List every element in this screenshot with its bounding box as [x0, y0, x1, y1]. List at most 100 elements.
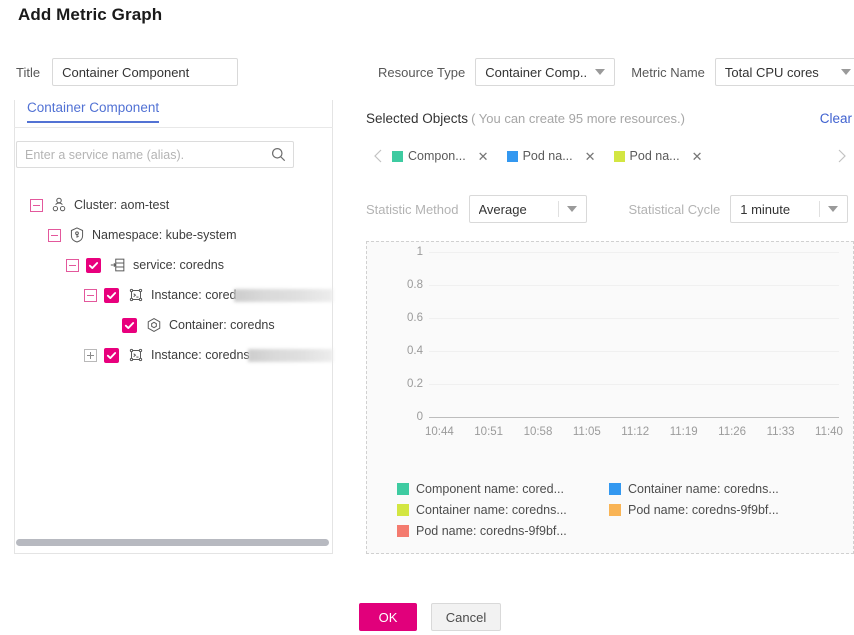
chart-legend: Component name: cored... Container name: …: [397, 478, 821, 541]
redacted-text: [234, 288, 333, 302]
legend-label: Container name: coredns...: [416, 502, 567, 517]
legend-item[interactable]: Component name: cored...: [397, 478, 609, 499]
metric-name-label: Metric Name: [631, 64, 705, 80]
selected-objects-hint: ( You can create 95 more resources.): [471, 111, 685, 126]
tree-expander-minus-icon[interactable]: [30, 198, 43, 212]
selected-object-tag[interactable]: Compon... ✕: [392, 149, 501, 163]
tab-container-component[interactable]: Container Component: [27, 100, 160, 123]
tree-node[interactable]: Instance: coredns: [14, 340, 333, 370]
left-panel-horizontal-scrollbar[interactable]: [16, 539, 329, 546]
statistic-row: Statistic Method Average Statistical Cyc…: [366, 195, 854, 223]
chart-y-tick: 1: [416, 246, 423, 258]
legend-item[interactable]: Container name: coredns...: [397, 499, 609, 520]
tree-node[interactable]: service: coredns: [14, 250, 333, 280]
chevron-left-icon[interactable]: [366, 143, 392, 169]
chevron-right-icon[interactable]: [828, 143, 854, 169]
chart-x-tick: 11:19: [669, 426, 698, 438]
tree-node[interactable]: Instance: cored: [14, 280, 333, 310]
chart-x-tick: 11:26: [718, 426, 747, 438]
page-title: Add Metric Graph: [18, 5, 163, 24]
clear-link[interactable]: Clear: [820, 111, 852, 126]
chart-x-tick: 11:05: [572, 426, 601, 438]
tree-expander-plus-icon[interactable]: [84, 348, 97, 362]
metric-chart: 1 0.8 0.6 0.4 0.2 0 10:44 10:51 10:58 11:05 11:12…: [366, 241, 854, 554]
legend-color-swatch: [397, 524, 409, 537]
ok-button[interactable]: OK: [359, 603, 417, 631]
tag-color-swatch: [392, 150, 403, 162]
legend-color-swatch: [609, 503, 621, 516]
tree-node-checkbox[interactable]: [86, 257, 101, 273]
tree-node-label: Instance: cored: [151, 288, 237, 302]
tree-expander-minus-icon[interactable]: [84, 288, 97, 302]
legend-item[interactable]: Pod name: coredns-9f9bf...: [397, 520, 609, 541]
search-icon[interactable]: [267, 147, 289, 162]
tree-node-label: Instance: coredns: [151, 348, 250, 362]
chart-gridline: [429, 351, 839, 352]
tag-label: Pod na...: [629, 149, 680, 163]
tree-node-label: Namespace: kube-system: [92, 228, 237, 242]
legend-color-swatch: [397, 503, 409, 516]
legend-label: Pod name: coredns-9f9bf...: [416, 523, 567, 538]
tree-expander-minus-icon[interactable]: [48, 228, 61, 242]
chevron-down-icon: [840, 69, 851, 75]
legend-label: Pod name: coredns-9f9bf...: [628, 502, 779, 517]
chevron-down-icon: [595, 69, 606, 75]
selected-object-tag[interactable]: Pod na... ✕: [613, 149, 715, 163]
resource-tree[interactable]: Cluster: aom-test Namespace: kube-system s…: [14, 190, 333, 370]
chart-y-tick: 0.8: [407, 279, 423, 291]
statistic-method-label: Statistic Method: [366, 201, 459, 217]
instance-icon: [127, 286, 145, 304]
chart-x-tick: 10:44: [425, 426, 454, 438]
chart-x-axis-line: [429, 417, 839, 418]
title-input[interactable]: [52, 58, 239, 86]
instance-icon: [127, 346, 145, 364]
metric-name-select[interactable]: Total CPU cores: [714, 58, 854, 86]
tree-node[interactable]: Container: coredns: [14, 310, 333, 340]
chart-x-tick: 11:33: [766, 426, 795, 438]
tag-label: Compon...: [408, 149, 466, 163]
chevron-down-icon: [566, 206, 577, 212]
left-panel-tabbar: Container Component: [14, 100, 333, 128]
cancel-button[interactable]: Cancel: [431, 603, 501, 631]
close-icon[interactable]: ✕: [478, 150, 489, 163]
resource-type-value: Container Comp...: [485, 64, 588, 80]
search-input[interactable]: [17, 147, 267, 162]
tree-node[interactable]: Namespace: kube-system: [14, 220, 333, 250]
tree-node-label: Container: coredns: [169, 318, 275, 332]
chart-x-axis: 10:44 10:51 10:58 11:05 11:12 11:19 11:26 11:33…: [425, 426, 843, 438]
chevron-down-icon: [828, 206, 839, 212]
statistical-cycle-value: 1 minute: [740, 201, 791, 217]
select-divider: [557, 201, 559, 217]
tree-node-checkbox[interactable]: [104, 287, 119, 303]
dialog-footer: OK Cancel: [359, 603, 501, 631]
legend-item[interactable]: Pod name: coredns-9f9bf...: [609, 499, 821, 520]
close-icon[interactable]: ✕: [692, 150, 703, 163]
statistical-cycle-select[interactable]: 1 minute: [730, 195, 849, 223]
namespace-icon: [68, 226, 86, 244]
tree-expander-minus-icon[interactable]: [66, 258, 79, 272]
tree-node-checkbox[interactable]: [122, 317, 137, 333]
statistical-cycle-label: Statistical Cycle: [628, 201, 721, 217]
chart-plot-area: 1 0.8 0.6 0.4 0.2 0 10:44 10:51 10:58 11:05 11:12…: [367, 242, 853, 467]
chart-x-tick: 11:12: [621, 426, 650, 438]
chart-gridline: [429, 318, 839, 319]
selected-object-tags: Compon... ✕ Pod na... ✕ Pod na... ✕: [392, 149, 828, 163]
legend-color-swatch: [397, 482, 409, 495]
service-search-box[interactable]: [16, 141, 294, 168]
resource-type-select[interactable]: Container Comp...: [475, 58, 616, 86]
legend-item[interactable]: Container name: coredns...: [609, 478, 821, 499]
legend-label: Component name: cored...: [416, 481, 564, 496]
selected-object-tag[interactable]: Pod na... ✕: [506, 149, 608, 163]
statistic-method-select[interactable]: Average: [468, 195, 587, 223]
tree-node[interactable]: Cluster: aom-test: [14, 190, 333, 220]
close-icon[interactable]: ✕: [585, 150, 596, 163]
chart-y-tick: 0.2: [407, 378, 423, 390]
chart-y-axis: 1 0.8 0.6 0.4 0.2 0: [383, 242, 423, 437]
select-divider: [819, 201, 821, 217]
title-field-row: Title: [16, 58, 239, 86]
title-label: Title: [16, 64, 41, 80]
selected-objects-label: Selected Objects: [366, 111, 469, 126]
tag-color-swatch: [613, 150, 625, 162]
tree-node-checkbox[interactable]: [104, 347, 119, 363]
selected-objects-strip: Compon... ✕ Pod na... ✕ Pod na... ✕: [366, 140, 854, 172]
